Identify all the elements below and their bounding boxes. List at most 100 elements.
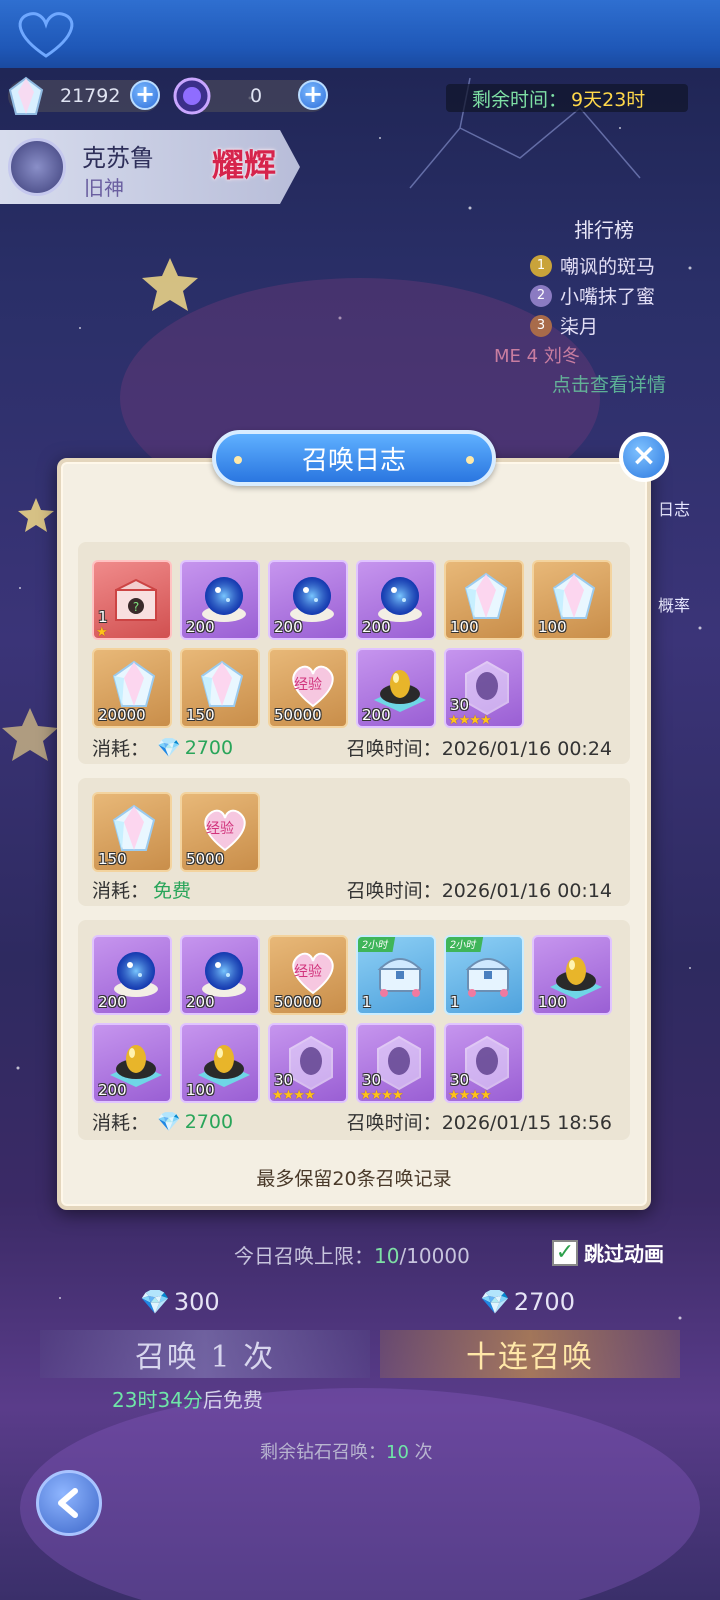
reward-item-silhouette-crystal[interactable]: 30 ★★★★ xyxy=(268,1023,348,1103)
diamond-icon xyxy=(112,804,156,851)
reward-item-treasure-chest[interactable]: 2小时 1 xyxy=(356,935,436,1015)
reward-item-exp-heart[interactable]: 经验 50000 xyxy=(268,935,348,1015)
item-count: 20000 xyxy=(98,706,146,724)
reward-item-golden-egg[interactable]: 100 xyxy=(532,935,612,1015)
item-count: 50000 xyxy=(274,706,322,724)
ranking-title[interactable]: 排行榜 xyxy=(574,214,634,243)
item-count: 200 xyxy=(362,618,391,636)
summon-once-button[interactable]: 召唤 1 次 xyxy=(40,1330,370,1378)
cost-label: 消耗： xyxy=(92,1112,150,1134)
add-orbs-button[interactable]: + xyxy=(298,80,328,110)
single-price-value: 300 xyxy=(173,1288,220,1316)
reward-item-mystery-box[interactable]: ? 1 ★ xyxy=(92,560,172,640)
reward-item-diamond[interactable]: 150 xyxy=(180,648,260,728)
ranking-row: 2 小嘴抹了蜜 xyxy=(530,282,655,309)
diamond-icon: 💎 xyxy=(157,737,181,759)
item-count: 1 xyxy=(98,608,108,626)
remain-value: 10 xyxy=(386,1442,409,1463)
golden-egg-icon xyxy=(550,957,602,999)
reward-item-crystal-orb[interactable]: 200 xyxy=(92,935,172,1015)
skip-animation-toggle[interactable]: ✓ 跳过动画 xyxy=(552,1238,664,1267)
item-count: 50000 xyxy=(274,993,322,1011)
diamond-icon: 💎 xyxy=(157,1111,181,1133)
me-name: 刘冬 xyxy=(543,346,580,367)
reward-item-golden-egg[interactable]: 100 xyxy=(180,1023,260,1103)
time-label: 召唤时间： xyxy=(346,1112,442,1134)
reward-item-silhouette-crystal[interactable]: 30 ★★★★ xyxy=(356,1023,436,1103)
star-rating: ★★★★ xyxy=(448,713,492,728)
item-count: 200 xyxy=(98,993,127,1011)
reward-item-golden-egg[interactable]: 200 xyxy=(92,1023,172,1103)
golden-egg-icon xyxy=(374,670,426,712)
item-count: 30 xyxy=(450,696,470,714)
add-gems-button[interactable]: + xyxy=(130,80,160,110)
cost-label: 消耗： xyxy=(92,880,150,902)
time-label: 召唤时间： xyxy=(346,738,442,760)
time-value: 2026/01/15 18:56 xyxy=(441,1112,612,1134)
gem-count: 21792 xyxy=(60,85,121,107)
treasure-chest-icon xyxy=(377,958,423,997)
god-subtitle: 旧神 xyxy=(84,176,124,200)
ranking-name: 嘲讽的斑马 xyxy=(560,256,656,278)
log-side-button[interactable]: 日志 xyxy=(646,496,702,520)
star-rating: ★ xyxy=(96,625,108,640)
item-count: 1 xyxy=(362,993,372,1011)
back-button[interactable] xyxy=(36,1470,102,1536)
record-time: 召唤时间：2026/01/16 00:14 xyxy=(347,876,612,903)
event-timer: 剩余时间： 9天23时 xyxy=(446,84,688,112)
silhouette-crystal-icon xyxy=(377,1035,421,1091)
me-value: 4 xyxy=(526,346,539,367)
ranking-row: 3 柒月 xyxy=(530,312,598,339)
close-button[interactable]: × xyxy=(619,432,669,482)
dialog-footer-note: 最多保留20条召唤记录 xyxy=(256,1168,452,1190)
reward-item-crystal-orb[interactable]: 200 xyxy=(180,935,260,1015)
diamond-icon xyxy=(8,76,44,115)
checkbox-checked-icon[interactable]: ✓ xyxy=(552,1239,578,1266)
orb-icon xyxy=(173,77,211,115)
dialog-title: 召唤日志 xyxy=(212,430,496,486)
reward-item-silhouette-crystal[interactable]: 30 ★★★★ xyxy=(444,1023,524,1103)
item-label: 经验 xyxy=(294,964,322,980)
god-name: 克苏鲁 xyxy=(82,144,154,172)
free-time: 23时34分 xyxy=(112,1388,203,1412)
reward-item-golden-egg[interactable]: 200 xyxy=(356,648,436,728)
reward-item-treasure-chest[interactable]: 2小时 1 xyxy=(444,935,524,1015)
heart-emblem-icon xyxy=(18,12,74,58)
daily-summon-limit: 今日召唤上限：10/10000 xyxy=(234,1240,470,1269)
summon-ten-button[interactable]: 十连召唤 xyxy=(380,1330,680,1378)
reward-item-crystal-orb[interactable]: 200 xyxy=(268,560,348,640)
star-rating: ★★★★ xyxy=(272,1088,316,1103)
free-countdown: 23时34分后免费 xyxy=(112,1384,263,1413)
reward-item-crystal-orb[interactable]: 200 xyxy=(356,560,436,640)
reward-item-diamond[interactable]: 100 xyxy=(444,560,524,640)
rate-side-button[interactable]: 概率 xyxy=(646,592,702,616)
crystal-orb-icon xyxy=(114,952,158,997)
time-value: 2026/01/16 00:24 xyxy=(441,738,612,760)
reward-item-diamond[interactable]: 20000 xyxy=(92,648,172,728)
item-count: 30 xyxy=(450,1071,470,1089)
item-count: 150 xyxy=(98,850,127,868)
item-label: 经验 xyxy=(206,821,234,837)
item-count: 1 xyxy=(450,993,460,1011)
ranking-name: 柒月 xyxy=(560,316,599,338)
reward-item-diamond[interactable]: 150 xyxy=(92,792,172,872)
duration-tag: 2小时 xyxy=(446,937,484,952)
rank-medal-icon: 2 xyxy=(530,284,552,307)
cost-label: 消耗： xyxy=(92,738,150,760)
item-count: 100 xyxy=(186,1081,215,1099)
single-summon-price: 💎 300 xyxy=(140,1288,220,1316)
record-time: 召唤时间：2026/01/16 00:24 xyxy=(347,734,612,761)
limit-label: 今日召唤上限： xyxy=(234,1244,374,1268)
ranking-details-link[interactable]: 点击查看详情 xyxy=(552,370,666,397)
reward-item-exp-heart[interactable]: 经验 5000 xyxy=(180,792,260,872)
diamond-icon xyxy=(200,660,244,707)
reward-item-diamond[interactable]: 100 xyxy=(532,560,612,640)
reward-item-exp-heart[interactable]: 经验 50000 xyxy=(268,648,348,728)
ranking-name: 小嘴抹了蜜 xyxy=(560,286,656,308)
crystal-orb-icon xyxy=(202,577,246,622)
item-label: 经验 xyxy=(294,677,322,693)
reward-item-silhouette-crystal[interactable]: 30 ★★★★ xyxy=(444,648,524,728)
reward-item-crystal-orb[interactable]: 200 xyxy=(180,560,260,640)
orb-count: 0 xyxy=(250,85,263,107)
my-rank: ME 4 刘冬 xyxy=(494,342,580,368)
